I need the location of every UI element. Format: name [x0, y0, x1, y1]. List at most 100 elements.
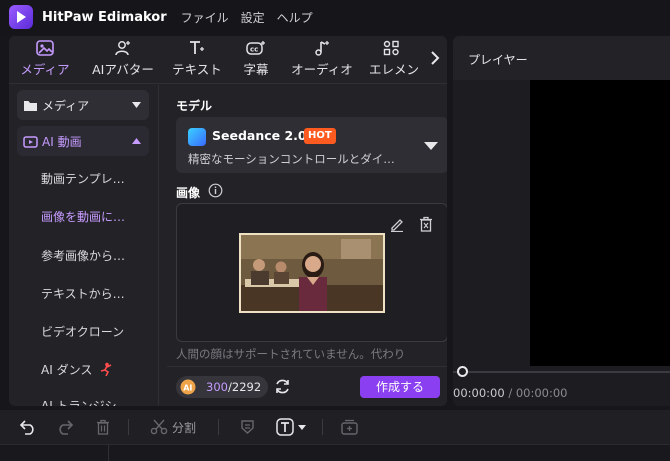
chevron-down-icon	[298, 424, 306, 430]
sidebar-item-reference-image[interactable]: 参考画像から…	[41, 247, 125, 264]
text-icon	[190, 41, 204, 54]
uploaded-photo	[239, 233, 385, 313]
tab-subtitle-label: 字幕	[243, 62, 269, 77]
model-name: Seedance 2.0	[212, 128, 307, 143]
credits-badge: AI 300 /2292	[176, 376, 268, 398]
title-bar: HitPaw Edimakor ファイル 設定 ヘルプ	[0, 0, 670, 34]
player-panel: プレイヤー 00:00:00 / 00:00:00	[453, 36, 670, 406]
sidebar-media[interactable]: メディア	[17, 90, 149, 120]
ai-video-icon	[23, 135, 38, 148]
tab-audio-label: オーディオ	[291, 62, 353, 77]
audio-icon	[315, 41, 329, 56]
delete-clip-button[interactable]	[95, 418, 111, 436]
tab-text[interactable]: テキスト	[165, 36, 229, 84]
tabs-next-button[interactable]	[425, 44, 445, 72]
seedance-icon	[188, 128, 206, 146]
credits-total: /2292	[228, 380, 262, 394]
menu-settings[interactable]: 設定	[241, 9, 265, 26]
tab-elements[interactable]: エレメン	[361, 36, 427, 84]
hot-badge: HOT	[304, 128, 336, 144]
image-upload-area[interactable]	[176, 203, 447, 342]
ai-avatar-icon	[115, 41, 130, 56]
timeline-area[interactable]	[0, 444, 670, 461]
sidebar-item-video-template[interactable]: 動画テンプレ…	[41, 170, 125, 187]
redo-button[interactable]	[56, 418, 74, 436]
scrubber-track[interactable]	[453, 371, 670, 373]
split-button[interactable]: 分割	[150, 418, 196, 436]
player-viewport[interactable]	[530, 80, 670, 366]
toolbar-divider	[322, 419, 323, 435]
create-button[interactable]: 作成する	[360, 376, 440, 398]
mask-button[interactable]	[240, 418, 255, 436]
sidebar-item-video-clone[interactable]: ビデオクローン	[41, 323, 124, 340]
app-title: HitPaw Edimakor	[42, 9, 167, 25]
text-box-icon	[276, 418, 294, 436]
sidebar-item-ai-dance[interactable]: AI ダンス	[41, 361, 113, 378]
sidebar: メディア AI 動画 動画テンプレ… 画像を動画に… 参考画像から… テキストか…	[9, 85, 159, 406]
menu-help[interactable]: ヘルプ	[277, 9, 313, 26]
timeline-divider	[108, 445, 109, 461]
scissors-icon	[150, 419, 168, 435]
time-total: 00:00:00	[515, 386, 568, 400]
edit-toolbar: 分割	[0, 410, 670, 444]
face-warning-note: 人間の顔はサポートされていません。代わり	[176, 347, 406, 361]
category-tabs: メディア AIアバター テキスト cc 字幕 オーディオ エレメン	[9, 36, 447, 84]
chevron-up-icon	[132, 138, 141, 144]
sidebar-item-text-to-video[interactable]: テキストから…	[41, 285, 125, 302]
time-separator: /	[508, 386, 513, 400]
add-overlay-button[interactable]	[341, 418, 359, 436]
menu-file[interactable]: ファイル	[181, 9, 229, 26]
elements-icon	[383, 40, 399, 56]
image-label: 画像	[176, 186, 201, 200]
subtitle-icon: cc	[246, 41, 265, 55]
tab-ai-avatar-label: AIアバター	[92, 62, 154, 77]
tab-ai-avatar[interactable]: AIアバター	[81, 36, 165, 84]
content-area: モデル Seedance 2.0 HOT 精密なモーションコントロールとダイ… …	[167, 85, 447, 406]
tab-audio[interactable]: オーディオ	[283, 36, 361, 84]
player-header: プレイヤー	[453, 36, 670, 80]
sidebar-ai-video[interactable]: AI 動画	[17, 126, 149, 156]
text-tool-button[interactable]	[276, 418, 306, 436]
folder-icon	[24, 100, 37, 111]
tab-media[interactable]: メディア	[9, 36, 81, 84]
trash-icon	[97, 419, 109, 435]
refresh-icon[interactable]	[274, 378, 291, 395]
ai-dance-label: AI ダンス	[41, 363, 93, 377]
add-layer-icon	[341, 419, 358, 435]
model-selector[interactable]: Seedance 2.0 HOT 精密なモーションコントロールとダイ…	[176, 117, 447, 173]
info-icon[interactable]	[208, 183, 223, 198]
dancer-icon	[100, 362, 112, 377]
time-current: 00:00:00	[453, 386, 505, 400]
credits-used: 300	[206, 380, 228, 394]
undo-button[interactable]	[19, 418, 37, 436]
svg-text:cc: cc	[250, 46, 258, 54]
model-description: 精密なモーションコントロールとダイ…	[188, 152, 395, 166]
chevron-down-icon	[424, 142, 438, 150]
tab-subtitle[interactable]: cc 字幕	[229, 36, 283, 84]
toolbar-divider	[218, 419, 219, 435]
toolbar-divider	[128, 419, 129, 435]
tab-elements-label: エレメン	[369, 62, 420, 77]
model-label: モデル	[176, 99, 213, 113]
split-label: 分割	[172, 420, 197, 435]
media-icon	[36, 40, 54, 56]
ai-credit-icon: AI	[180, 379, 196, 395]
tab-text-label: テキスト	[172, 62, 222, 77]
tab-media-label: メディア	[20, 62, 70, 77]
app-logo-icon	[9, 5, 33, 29]
chevron-right-icon	[431, 51, 440, 65]
sidebar-ai-video-label: AI 動画	[42, 134, 82, 149]
sidebar-item-image-to-video[interactable]: 画像を動画に…	[41, 208, 125, 225]
chevron-down-icon	[132, 102, 141, 108]
sidebar-item-ai-transition[interactable]: AI トランジシ…	[41, 397, 129, 406]
sidebar-media-label: メディア	[42, 98, 90, 113]
delete-icon[interactable]	[418, 216, 434, 232]
redo-icon	[59, 420, 74, 435]
svg-text:AI: AI	[183, 384, 192, 393]
scrubber-handle[interactable]	[457, 366, 468, 377]
action-footer: AI 300 /2292 作成する	[167, 366, 447, 406]
left-panel: メディア AIアバター テキスト cc 字幕 オーディオ エレメン メディア A…	[9, 36, 447, 406]
undo-icon	[19, 420, 34, 435]
player-title: プレイヤー	[468, 53, 528, 67]
edit-icon[interactable]	[389, 216, 405, 232]
